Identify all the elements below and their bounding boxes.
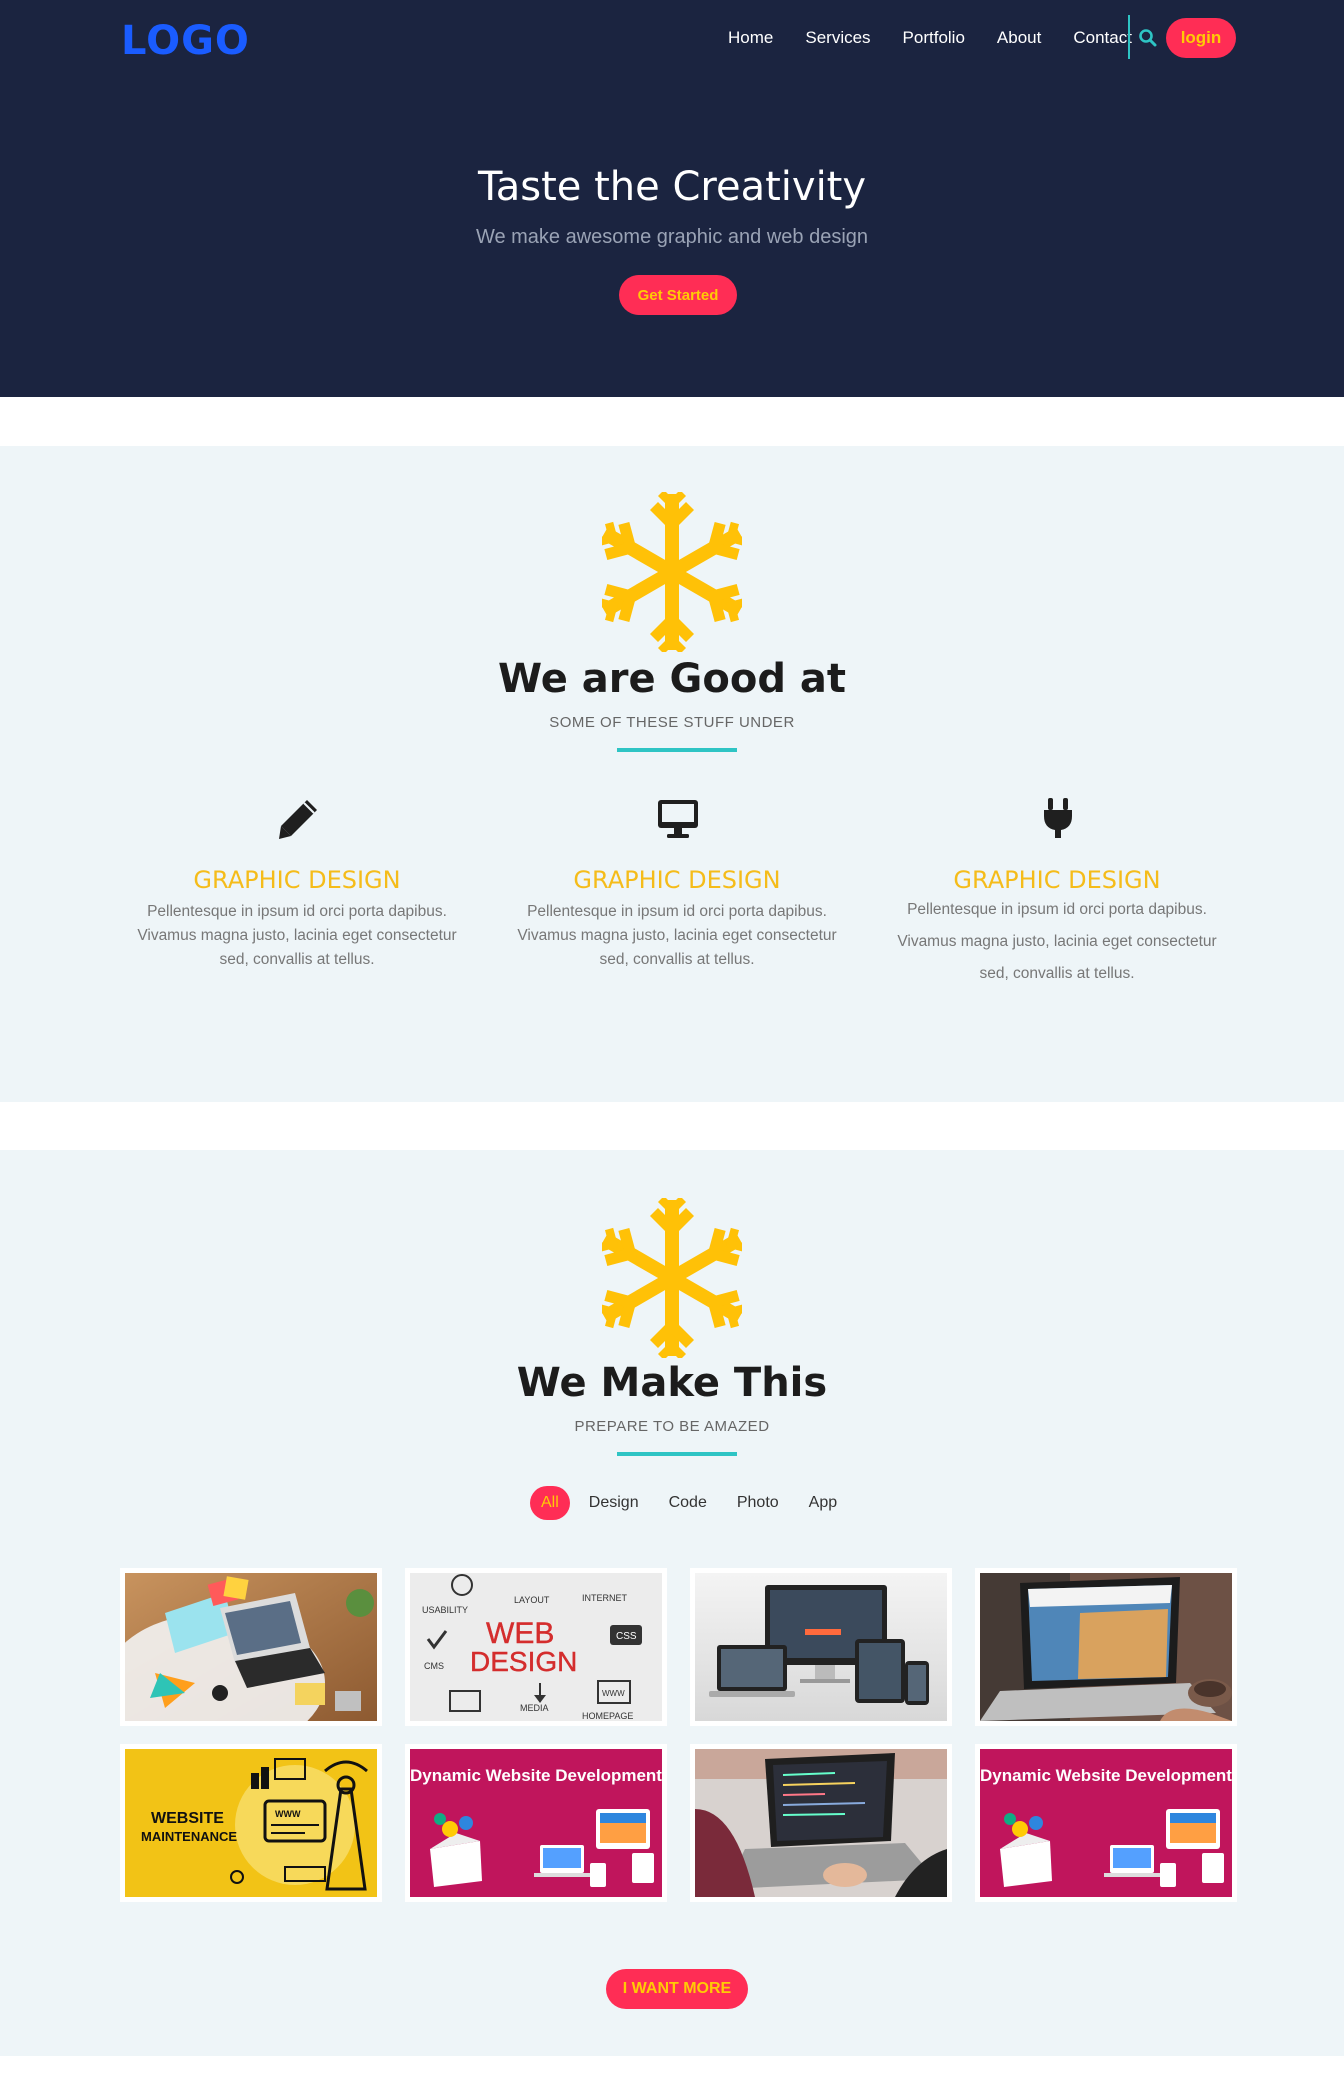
web-design-image: USABILITY LAYOUT INTERNET WEB DESIGN CSS… (410, 1573, 662, 1721)
filter-all[interactable]: All (530, 1486, 570, 1520)
word-homepage: HOMEPAGE (582, 1711, 633, 1721)
pencil-icon (279, 800, 317, 839)
service-title: GRAPHIC DESIGN (953, 866, 1161, 894)
service-card: GRAPHIC DESIGN Pellentesque in ipsum id … (127, 796, 467, 996)
nav-home[interactable]: Home (712, 28, 789, 48)
desk-photo-image (125, 1573, 377, 1721)
service-title: GRAPHIC DESIGN (573, 866, 781, 894)
word-cms: CMS (424, 1661, 444, 1671)
word-design: DESIGN (470, 1646, 577, 1677)
section-divider (617, 1452, 737, 1456)
portfolio-tile[interactable]: USABILITY LAYOUT INTERNET WEB DESIGN CSS… (405, 1568, 667, 1726)
snowflake-icon (602, 492, 742, 652)
snowflake-icon (602, 1198, 742, 1358)
service-card: GRAPHIC DESIGN Pellentesque in ipsum id … (507, 796, 847, 996)
section-title: We are Good at (498, 656, 846, 702)
portfolio-tile[interactable] (690, 1568, 952, 1726)
portfolio-tile[interactable]: Dynamic Website Development (975, 1744, 1237, 1902)
coding-photo-image (695, 1749, 947, 1897)
portfolio-filters: All Design Code Photo App (530, 1486, 852, 1520)
service-title: GRAPHIC DESIGN (193, 866, 401, 894)
monitor-icon (658, 800, 698, 838)
service-text: Pellentesque in ipsum id orci porta dapi… (897, 901, 1217, 982)
tile-heading: Dynamic Website Development (410, 1766, 662, 1785)
nav-contact[interactable]: Contact (1057, 28, 1148, 48)
search-icon[interactable] (1138, 28, 1158, 48)
word-layout: LAYOUT (514, 1595, 550, 1605)
word-www-maint: WWW (275, 1809, 301, 1819)
logo[interactable]: LOGO (121, 18, 250, 64)
word-media: MEDIA (520, 1703, 549, 1713)
nav-services[interactable]: Services (789, 28, 886, 48)
tile-heading: Dynamic Website Development (980, 1766, 1232, 1785)
plug-icon (1044, 798, 1072, 838)
service-card: GRAPHIC DESIGN Pellentesque in ipsum id … (887, 796, 1227, 1016)
portfolio-tile[interactable] (690, 1744, 952, 1902)
portfolio-tile[interactable]: WEBSITE MAINTENANCE WWW (120, 1744, 382, 1902)
maintenance-image: WEBSITE MAINTENANCE WWW (125, 1749, 377, 1897)
section-subtitle: PREPARE TO BE AMAZED (574, 1418, 770, 1435)
hero-subtitle: We make awesome graphic and web design (475, 226, 869, 248)
service-text: Pellentesque in ipsum id orci porta dapi… (137, 903, 457, 968)
laptop-photo-image (980, 1573, 1232, 1721)
filter-code[interactable]: Code (654, 1486, 722, 1520)
dynamic-website-image: Dynamic Website Development (410, 1749, 662, 1897)
login-button[interactable]: login (1166, 18, 1236, 58)
services-section: We are Good at SOME OF THESE STUFF UNDER… (0, 446, 1344, 1102)
service-text: Pellentesque in ipsum id orci porta dapi… (517, 903, 837, 968)
i-want-more-button[interactable]: I WANT MORE (606, 1969, 748, 2009)
word-maintenance: MAINTENANCE (141, 1829, 237, 1844)
word-website: WEBSITE (151, 1810, 224, 1827)
portfolio-tile[interactable] (120, 1568, 382, 1726)
portfolio-tile[interactable] (975, 1568, 1237, 1726)
hero-header: LOGO Home Services Portfolio About Conta… (0, 0, 1344, 397)
nav-divider (1128, 15, 1130, 59)
section-divider (617, 748, 737, 752)
filter-photo[interactable]: Photo (722, 1486, 794, 1520)
portfolio-tile[interactable]: Dynamic Website Development (405, 1744, 667, 1902)
section-title: We Make This (516, 1360, 828, 1406)
word-www: WWW (602, 1689, 625, 1698)
filter-design[interactable]: Design (574, 1486, 654, 1520)
nav-portfolio[interactable]: Portfolio (887, 28, 981, 48)
section-subtitle: SOME OF THESE STUFF UNDER (549, 714, 795, 731)
word-css: CSS (616, 1631, 637, 1642)
responsive-devices-image (695, 1573, 947, 1721)
word-internet: INTERNET (582, 1593, 628, 1603)
word-usability: USABILITY (422, 1605, 468, 1615)
get-started-button[interactable]: Get Started (619, 275, 737, 315)
hero-title: Taste the Creativity (477, 164, 867, 210)
main-nav: Home Services Portfolio About Contact (712, 28, 1148, 48)
nav-about[interactable]: About (981, 28, 1057, 48)
filter-app[interactable]: App (794, 1486, 852, 1520)
dynamic-website-image: Dynamic Website Development (980, 1749, 1232, 1897)
